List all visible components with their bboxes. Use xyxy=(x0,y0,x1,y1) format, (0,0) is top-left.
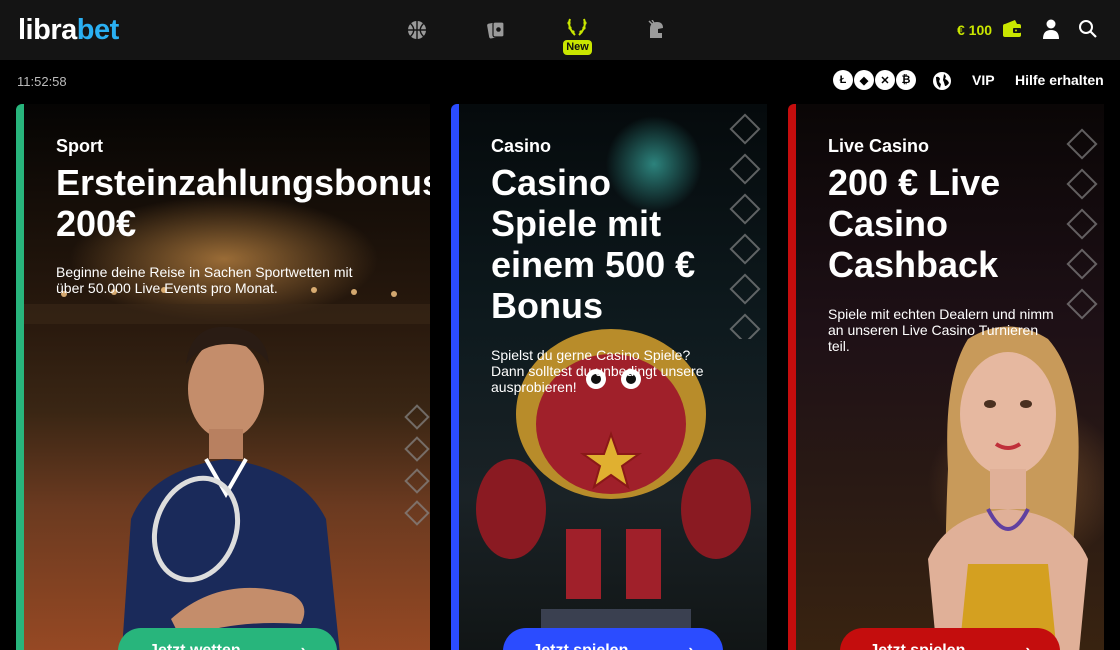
logo-text-libra: libra xyxy=(18,14,77,46)
top-navigation-bar: librabet New € 100 xyxy=(0,0,1120,60)
globe-icon xyxy=(933,72,951,90)
litecoin-icon: Ł xyxy=(833,70,853,90)
language-button[interactable] xyxy=(932,71,952,91)
card-description-line: über 50.000 Live Events pro Monat. xyxy=(56,280,278,296)
basketball-icon xyxy=(408,21,426,39)
decorative-pattern xyxy=(729,113,761,339)
ripple-icon: ✕ xyxy=(875,70,895,90)
card-title-line: Bonus xyxy=(491,285,603,326)
clock-time: 11:52:58 xyxy=(17,74,67,89)
logo-text-bet: bet xyxy=(76,14,120,46)
card-description-line: Spielst du gerne Casino Spiele? xyxy=(491,347,691,363)
card-description-line: Beginne deine Reise in Sachen Sportwette… xyxy=(56,264,353,280)
play-now-button[interactable]: Jetzt spielen › xyxy=(503,628,723,650)
card-description-line: an unseren Live Casino Turnieren xyxy=(828,322,1039,338)
tennis-player-image xyxy=(121,326,340,650)
card-description: Spielst du gerne Casino Spiele? Dann sol… xyxy=(491,347,703,395)
button-label: Jetzt wetten xyxy=(149,642,241,650)
live-casino-nav-button[interactable] xyxy=(643,17,669,43)
wallet-button[interactable] xyxy=(1001,18,1023,40)
vip-link[interactable]: VIP xyxy=(972,72,995,88)
ethereum-icon: ◆ xyxy=(854,70,874,90)
card-description-line: Spiele mit echten Dealern und nimm xyxy=(828,306,1054,322)
card-title: Ersteinzahlungsbonus 200€ xyxy=(56,162,430,244)
help-link[interactable]: Hilfe erhalten xyxy=(1015,72,1104,88)
decorative-pattern xyxy=(1066,128,1098,320)
card-accent-stripe xyxy=(451,104,459,650)
card-title-line: Spiele mit xyxy=(491,203,662,244)
cards-icon xyxy=(487,21,505,39)
balance-amount[interactable]: € 100 xyxy=(957,21,992,39)
card-title: 200 € Live Casino Cashback xyxy=(828,162,1000,285)
search-button[interactable] xyxy=(1078,19,1098,39)
live-casino-promo-card[interactable]: Live Casino 200 € Live Casino Cashback S… xyxy=(788,104,1104,650)
button-label: Jetzt spielen xyxy=(869,642,965,650)
sports-nav-button[interactable] xyxy=(404,17,430,43)
card-title: Casino Spiele mit einem 500 € Bonus xyxy=(491,162,695,326)
card-description-line: teil. xyxy=(828,338,850,354)
bet-now-button[interactable]: Jetzt wetten › xyxy=(118,628,337,650)
card-title-line: Casino xyxy=(491,162,612,203)
card-title-line: 200 € Live xyxy=(828,162,1001,203)
decorative-pattern xyxy=(404,404,430,526)
dealer-image xyxy=(928,326,1088,650)
librabet-logo[interactable]: librabet xyxy=(18,14,119,46)
card-accent-stripe xyxy=(16,104,24,650)
casino-nav-button[interactable] xyxy=(483,17,509,43)
laurel-icon xyxy=(567,18,587,36)
card-description: Spiele mit echten Dealern und nimm an un… xyxy=(828,306,1054,354)
user-icon xyxy=(1043,19,1059,39)
crypto-icons-group: Ł ◆ ✕ ₿ xyxy=(833,70,916,92)
card-category: Sport xyxy=(56,136,103,156)
bitcoin-icon: ₿ xyxy=(896,70,916,90)
chevron-right-icon: › xyxy=(688,642,693,650)
helmet-icon xyxy=(648,20,663,38)
card-description-line: ausprobieren! xyxy=(491,379,577,395)
wallet-icon xyxy=(1003,20,1021,37)
card-description: Beginne deine Reise in Sachen Sportwette… xyxy=(56,264,353,296)
card-title-line: Cashback xyxy=(828,244,999,285)
sport-promo-card[interactable]: Sport Ersteinzahlungsbonus 200€ Beginne … xyxy=(16,104,430,650)
play-now-button[interactable]: Jetzt spielen › xyxy=(840,628,1060,650)
new-nav-button[interactable] xyxy=(564,14,590,40)
card-description-line: Dann solltest du unbedingt unsere xyxy=(491,363,704,379)
chevron-right-icon: › xyxy=(1025,642,1030,650)
user-account-button[interactable] xyxy=(1042,19,1060,39)
card-title-line: 200€ xyxy=(56,203,137,244)
casino-promo-card[interactable]: Casino Casino Spiele mit einem 500 € Bon… xyxy=(451,104,767,650)
new-badge: New xyxy=(563,40,592,55)
card-title-line: Ersteinzahlungsbonus xyxy=(56,162,430,203)
card-title-line: Casino xyxy=(828,203,949,244)
card-category: Live Casino xyxy=(828,136,930,156)
card-title-line: einem 500 € xyxy=(491,244,696,285)
search-icon xyxy=(1079,20,1097,38)
chevron-right-icon: › xyxy=(301,642,306,650)
button-label: Jetzt spielen xyxy=(532,642,628,650)
card-accent-stripe xyxy=(788,104,796,650)
card-category: Casino xyxy=(491,136,552,156)
